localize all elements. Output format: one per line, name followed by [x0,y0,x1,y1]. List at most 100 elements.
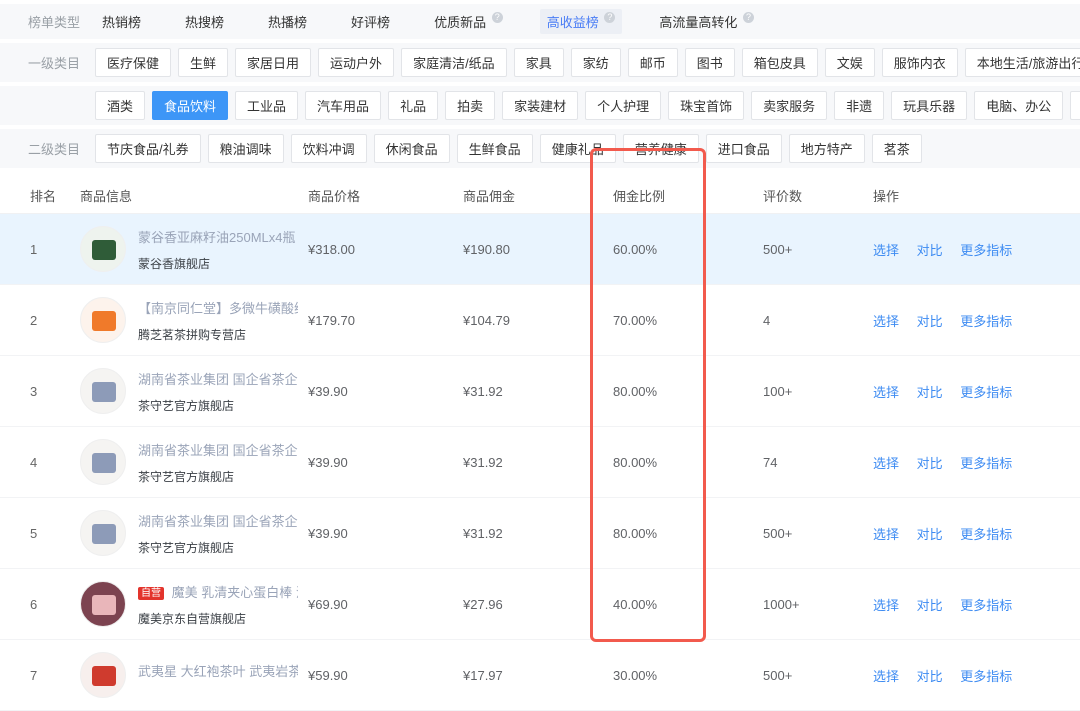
category-button[interactable]: 图书 [685,48,735,77]
help-icon[interactable]: ? [604,12,615,23]
category-button[interactable]: 文娱 [825,48,875,77]
category-button[interactable]: 酒类 [95,91,145,120]
select-link[interactable]: 选择 [873,314,899,329]
subcategory-button[interactable]: 进口食品 [706,134,782,163]
category-button[interactable]: 家具 [514,48,564,77]
subcategory-button[interactable]: 生鲜食品 [457,134,533,163]
subcategory-button[interactable]: 休闲食品 [374,134,450,163]
shop-name[interactable]: 茶守艺官方旗舰店 [138,468,298,485]
category-button[interactable]: 电脑、办公 [974,91,1063,120]
subcategory-button[interactable]: 地方特产 [789,134,865,163]
product-cell: 湖南省茶业集团 国企省茶企花... 茶守艺官方旗舰店 [80,439,308,485]
table-row: 2 【南京同仁堂】多微牛磺酸维... 腾芝茗茶拼购专营店 ¥179.70 ¥10… [0,285,1080,356]
review-count-cell: 100+ [763,384,873,399]
category-button[interactable]: 医疗保健 [95,48,171,77]
product-title-line: 湖南省茶业集团 国企省茶企花... [138,369,298,388]
select-link[interactable]: 选择 [873,385,899,400]
more-metrics-link[interactable]: 更多指标 [960,385,1012,400]
category-button[interactable]: 礼品 [388,91,438,120]
category-button[interactable]: 艺术品 [1070,91,1080,120]
category-button[interactable]: 生鲜 [178,48,228,77]
shop-name[interactable]: 茶守艺官方旗舰店 [138,539,298,556]
list-type-tab[interactable]: 优质新品 ? [427,9,510,34]
select-link[interactable]: 选择 [873,456,899,471]
product-image[interactable] [80,368,126,414]
compare-link[interactable]: 对比 [917,243,943,258]
list-type-tab[interactable]: 好评榜 [344,9,397,34]
list-type-tab[interactable]: 高收益榜 ? [540,9,623,34]
shop-name[interactable]: 蒙谷香旗舰店 [138,255,298,272]
product-image[interactable] [80,297,126,343]
category-button[interactable]: 运动户外 [318,48,394,77]
product-title[interactable]: 魔美 乳清夹心蛋白棒 混... [172,585,298,600]
subcategory-button[interactable]: 健康礼品 [540,134,616,163]
column-header: 商品信息 [80,186,308,205]
product-title[interactable]: 湖南省茶业集团 国企省茶企花... [138,514,298,529]
product-image[interactable] [80,226,126,272]
category-button[interactable]: 家居日用 [235,48,311,77]
category-button[interactable]: 本地生活/旅游出行 [965,48,1080,77]
help-icon[interactable]: ? [492,12,503,23]
category-button[interactable]: 珠宝首饰 [668,91,744,120]
more-metrics-link[interactable]: 更多指标 [960,243,1012,258]
select-link[interactable]: 选择 [873,527,899,542]
compare-link[interactable]: 对比 [917,598,943,613]
select-link[interactable]: 选择 [873,669,899,684]
category-button[interactable]: 玩具乐器 [891,91,967,120]
compare-link[interactable]: 对比 [917,456,943,471]
product-title[interactable]: 蒙谷香亚麻籽油250MLx4瓶 ... [138,230,298,245]
compare-link[interactable]: 对比 [917,527,943,542]
product-title[interactable]: 【南京同仁堂】多微牛磺酸维... [138,301,298,316]
category-button[interactable]: 工业品 [235,91,298,120]
category-button[interactable]: 汽车用品 [305,91,381,120]
category-button[interactable]: 家庭清洁/纸品 [401,48,507,77]
subcategory-button[interactable]: 节庆食品/礼券 [95,134,201,163]
category-button[interactable]: 拍卖 [445,91,495,120]
actions-cell: 选择 对比 更多指标 [873,240,1080,259]
shop-name[interactable]: 魔美京东自营旗舰店 [138,610,298,627]
category-button[interactable]: 邮币 [628,48,678,77]
product-title[interactable]: 湖南省茶业集团 国企省茶企花... [138,443,298,458]
price-cell: ¥179.70 [308,313,463,328]
more-metrics-link[interactable]: 更多指标 [960,598,1012,613]
select-link[interactable]: 选择 [873,598,899,613]
list-type-tab[interactable]: 热播榜 [261,9,314,34]
more-metrics-link[interactable]: 更多指标 [960,527,1012,542]
more-metrics-link[interactable]: 更多指标 [960,314,1012,329]
actions-cell: 选择 对比 更多指标 [873,382,1080,401]
list-type-tab[interactable]: 高流量高转化 ? [652,9,761,34]
product-image[interactable] [80,439,126,485]
category-button[interactable]: 家装建材 [502,91,578,120]
compare-link[interactable]: 对比 [917,669,943,684]
product-title[interactable]: 武夷星 大红袍茶叶 武夷岩茶 [138,664,298,679]
category-button[interactable]: 服饰内衣 [882,48,958,77]
category-button[interactable]: 箱包皮具 [742,48,818,77]
more-metrics-link[interactable]: 更多指标 [960,669,1012,684]
category-button[interactable]: 食品饮料 [152,91,228,120]
category-button[interactable]: 卖家服务 [751,91,827,120]
rank-cell: 2 [30,313,80,328]
subcategory-button[interactable]: 饮料冲调 [291,134,367,163]
product-image[interactable] [80,581,126,627]
list-type-tab[interactable]: 热销榜 [95,9,148,34]
product-image-accent [92,453,116,473]
help-icon[interactable]: ? [743,12,754,23]
product-image[interactable] [80,652,126,698]
category-button[interactable]: 个人护理 [585,91,661,120]
subcategory-button[interactable]: 粮油调味 [208,134,284,163]
subcategory-button[interactable]: 营养健康 [623,134,699,163]
compare-link[interactable]: 对比 [917,314,943,329]
shop-name[interactable]: 腾芝茗茶拼购专营店 [138,326,298,343]
category-button[interactable]: 非遗 [834,91,884,120]
commission-cell: ¥31.92 [463,526,613,541]
list-type-tab[interactable]: 热搜榜 [178,9,231,34]
more-metrics-link[interactable]: 更多指标 [960,456,1012,471]
subcategory-button[interactable]: 茗茶 [872,134,922,163]
shop-name[interactable]: 茶守艺官方旗舰店 [138,397,298,414]
product-title[interactable]: 湖南省茶业集团 国企省茶企花... [138,372,298,387]
select-link[interactable]: 选择 [873,243,899,258]
category-button[interactable]: 家纺 [571,48,621,77]
actions-cell: 选择 对比 更多指标 [873,311,1080,330]
compare-link[interactable]: 对比 [917,385,943,400]
product-image[interactable] [80,510,126,556]
